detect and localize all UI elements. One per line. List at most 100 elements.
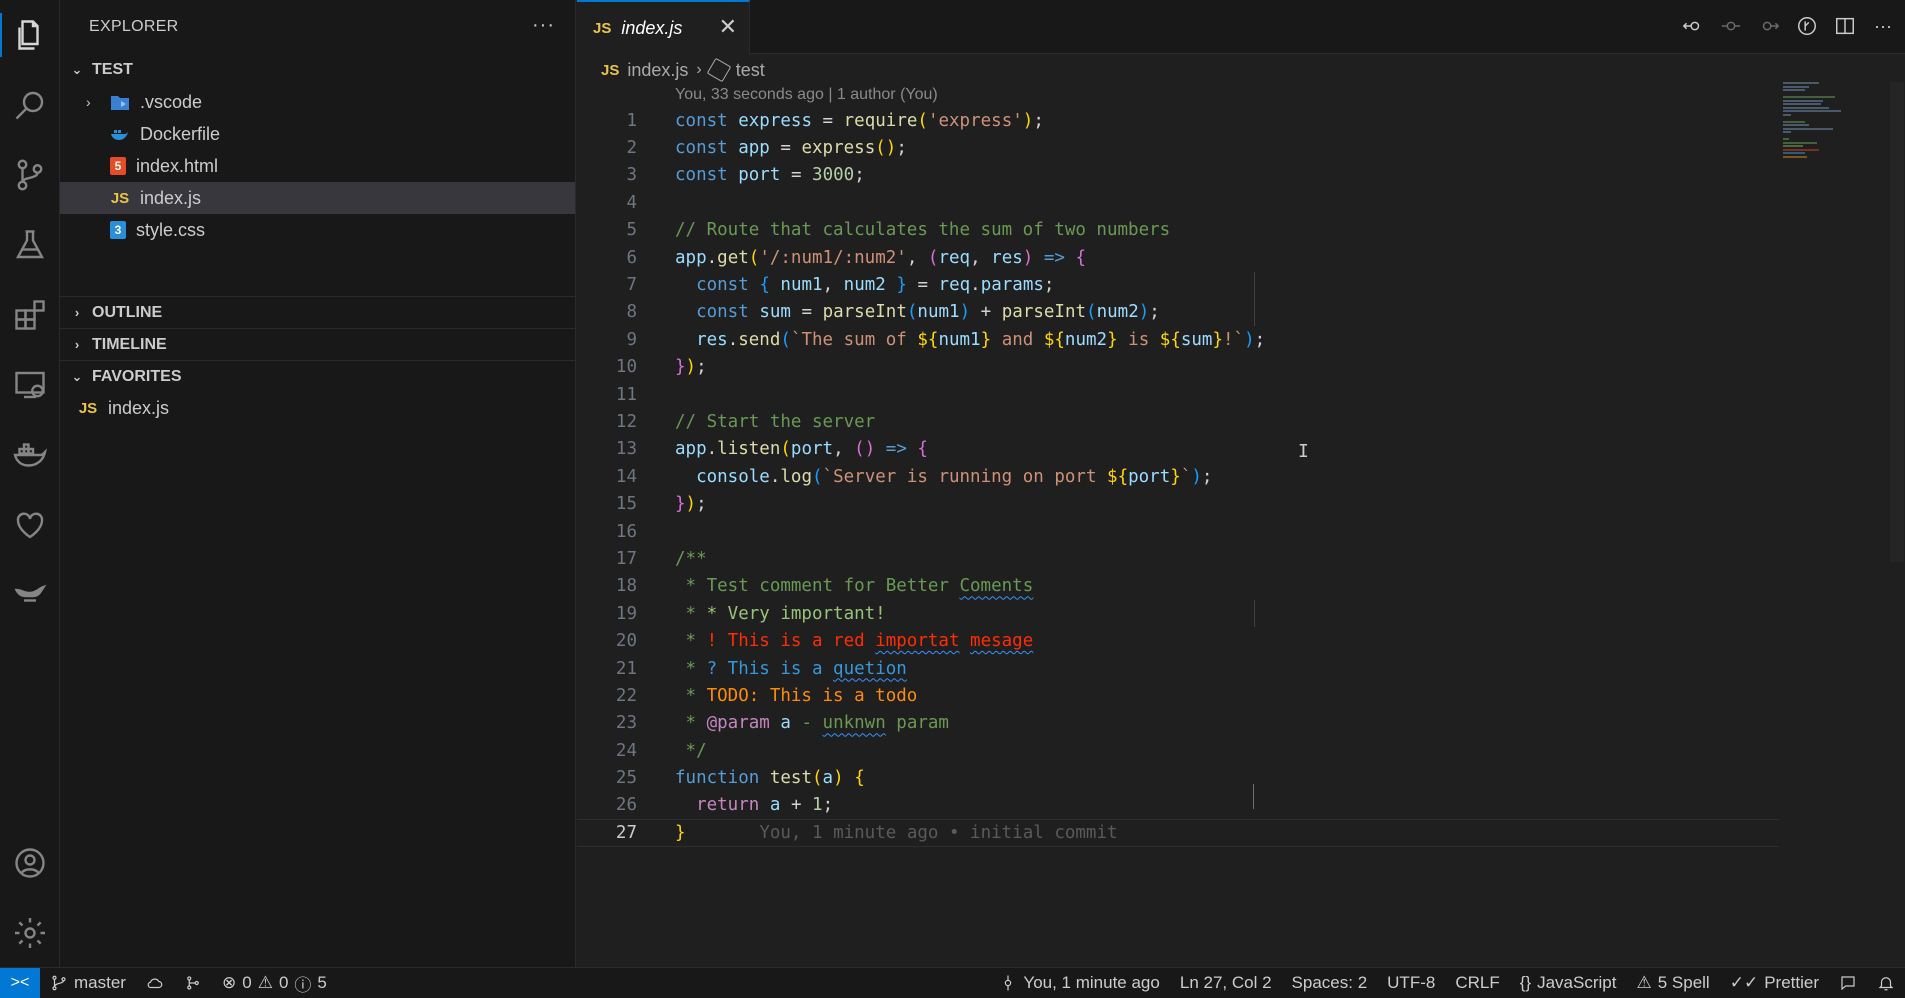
more-actions-icon[interactable]: ··· — [532, 14, 555, 37]
extensions-icon[interactable] — [0, 285, 60, 345]
editor-tab-bar: JS index.js ✕ ··· — [577, 0, 1905, 54]
explorer-sidebar: EXPLORER ··· ⌄ TEST › .vscode Dockerfile… — [60, 0, 576, 967]
code-content: } You, 1 minute ago • initial commit — [675, 822, 1118, 843]
code-content: }); — [675, 494, 707, 515]
code-content: const port = 3000; — [675, 165, 865, 186]
breadcrumb-symbol[interactable]: test — [736, 60, 765, 81]
line-number: 21 — [615, 658, 637, 679]
notifications-bell-icon[interactable] — [1867, 968, 1905, 998]
code-content: * ? This is a quetion — [675, 658, 907, 679]
code-line: 18 * Test comment for Better Coments — [577, 573, 1777, 600]
code-content: app.get('/:num1/:num2', (req, res) => { — [675, 247, 1087, 268]
code-content: }); — [675, 357, 707, 378]
outline-section[interactable]: › OUTLINE — [60, 296, 575, 328]
tree-item-index-html[interactable]: 5 index.html — [60, 150, 575, 182]
tab-index-js[interactable]: JS index.js ✕ — [577, 0, 750, 54]
folder-section-test[interactable]: ⌄ TEST — [60, 54, 575, 86]
code-line-current: 27} You, 1 minute ago • initial commit — [577, 819, 1779, 847]
docker-icon[interactable] — [0, 425, 60, 485]
code-line: 13 app.listen(port, () => { — [577, 436, 1777, 463]
minimap[interactable] — [1783, 82, 1843, 158]
go-forward-icon[interactable] — [1757, 12, 1781, 40]
code-line: 19 * * Very important! — [577, 600, 1777, 627]
code-editor[interactable]: 1 const express = require('express'); 2 co… — [577, 107, 1779, 847]
problems-status[interactable]: ⊗ 0 ⚠ 0 ⓘ 5 — [212, 968, 337, 998]
inline-blame[interactable]: You, 1 minute ago • initial commit — [759, 823, 1117, 843]
search-icon[interactable] — [0, 75, 60, 135]
css-file-icon: 3 — [110, 221, 126, 239]
double-check-icon: ✓✓ — [1729, 973, 1759, 992]
line-number: 3 — [626, 165, 637, 186]
code-line: 11 — [577, 381, 1777, 408]
indentation[interactable]: Spaces: 2 — [1282, 968, 1378, 998]
tree-item-style-css[interactable]: 3 style.css — [60, 214, 575, 246]
close-icon[interactable]: ✕ — [719, 14, 737, 40]
code-line: 8 const sum = parseInt(num1) + parseInt(… — [577, 299, 1777, 326]
tab-label: index.js — [621, 17, 683, 38]
code-content: const { num1, num2 } = req.params; — [696, 275, 1055, 296]
tree-item-dockerfile[interactable]: Dockerfile — [60, 118, 575, 150]
codelens-blame[interactable]: You, 33 seconds ago | 1 author (You) — [675, 86, 938, 104]
line-number: 6 — [626, 247, 637, 268]
spell-status[interactable]: ⚠ 5 Spell — [1626, 968, 1719, 998]
error-count: 0 — [242, 973, 252, 992]
code-line: 25 function test(a) { — [577, 764, 1777, 791]
go-back-icon[interactable] — [1681, 12, 1705, 40]
favorite-item-index-js[interactable]: JS index.js — [60, 392, 575, 424]
cursor-position[interactable]: Ln 27, Col 2 — [1170, 968, 1282, 998]
sync-status[interactable] — [136, 968, 174, 998]
open-changes-icon[interactable] — [1795, 12, 1819, 40]
remote-indicator-icon[interactable]: >< — [0, 967, 40, 998]
line-number: 25 — [615, 768, 637, 789]
testing-icon[interactable] — [0, 215, 60, 275]
manage-gear-icon[interactable] — [0, 903, 60, 963]
remote-explorer-icon[interactable] — [0, 355, 60, 415]
line-number: 11 — [615, 384, 637, 405]
explorer-icon[interactable] — [0, 5, 60, 65]
code-line: 20 * ! This is a red importat mesage — [577, 627, 1777, 654]
timeline-section[interactable]: › TIMELINE — [60, 328, 575, 360]
source-control-icon[interactable] — [0, 145, 60, 205]
warning-count: 0 — [278, 973, 289, 992]
feedback-icon[interactable] — [1829, 968, 1867, 998]
code-content: const app = express(); — [675, 138, 907, 159]
tree-item-vscode[interactable]: › .vscode — [60, 86, 575, 118]
line-number: 7 — [626, 275, 637, 296]
vscode-folder-icon — [110, 92, 130, 112]
git-commit-icon[interactable] — [1719, 12, 1743, 40]
git-graph-status[interactable] — [174, 968, 212, 998]
code-line: 23 * @param a - unknwn param — [577, 710, 1777, 737]
favorites-section[interactable]: ⌄ FAVORITES — [60, 360, 575, 392]
code-line: 7 const { num1, num2 } = req.params; — [577, 271, 1777, 298]
chevron-right-icon: › — [74, 337, 80, 352]
line-number: 20 — [615, 631, 637, 652]
code-content: // Route that calculates the sum of two … — [675, 220, 1171, 241]
code-content: * ! This is a red importat mesage — [675, 631, 1034, 652]
code-content: /** — [675, 548, 707, 569]
line-number: 16 — [615, 521, 637, 542]
explorer-title: EXPLORER — [89, 18, 179, 35]
language-mode[interactable]: {} JavaScript — [1510, 968, 1627, 998]
prettier-status[interactable]: ✓✓ Prettier — [1720, 968, 1829, 998]
genie-lamp-icon[interactable] — [0, 560, 60, 620]
accounts-icon[interactable] — [0, 833, 60, 893]
chevron-right-icon: › — [86, 94, 91, 110]
vertical-scrollbar[interactable] — [1890, 82, 1904, 562]
file-label: index.js — [108, 397, 170, 418]
js-file-icon: JS — [593, 19, 612, 37]
line-number: 9 — [626, 329, 637, 350]
branch-status[interactable]: master — [40, 968, 136, 998]
line-number: 1 — [626, 110, 637, 131]
file-label: .vscode — [140, 91, 203, 112]
blame-status[interactable]: You, 1 minute ago — [989, 968, 1169, 998]
favorites-heart-icon[interactable] — [0, 495, 60, 555]
language-label: JavaScript — [1537, 973, 1617, 992]
folder-name: TEST — [92, 61, 133, 78]
more-actions-icon[interactable]: ··· — [1871, 12, 1895, 40]
encoding[interactable]: UTF-8 — [1377, 968, 1445, 998]
breadcrumb-file[interactable]: index.js — [627, 60, 688, 81]
tree-item-index-js[interactable]: JS index.js — [60, 182, 575, 214]
code-line: 21 * ? This is a quetion — [577, 655, 1777, 682]
end-of-line[interactable]: CRLF — [1445, 968, 1509, 998]
split-editor-icon[interactable] — [1833, 12, 1857, 40]
